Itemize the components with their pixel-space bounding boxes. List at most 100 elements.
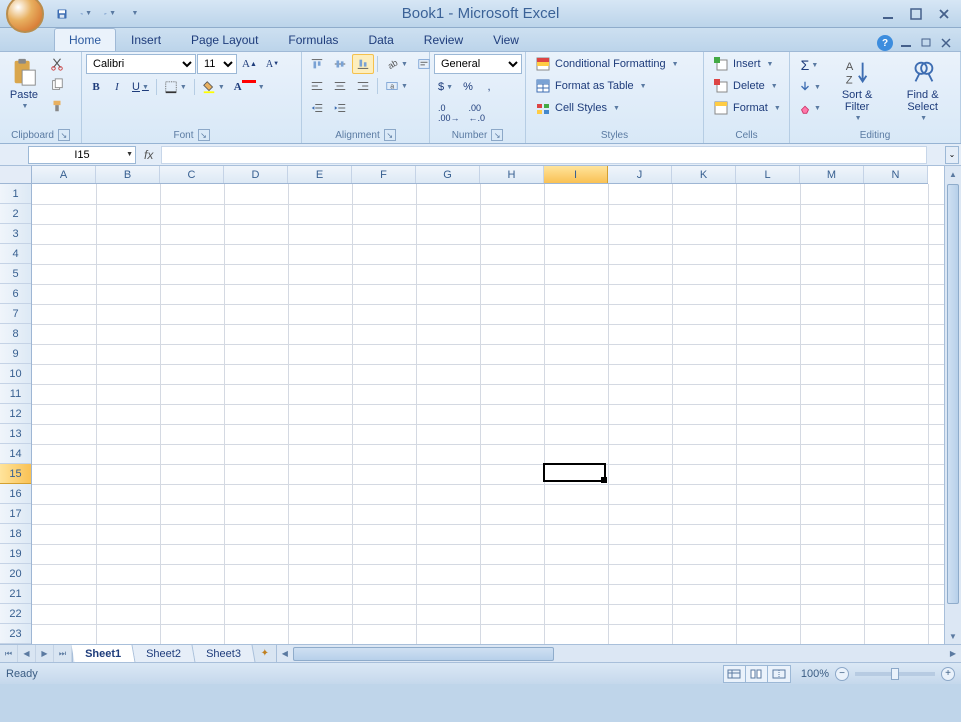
zoom-out-button[interactable]: − — [835, 667, 849, 681]
row-header-22[interactable]: 22 — [0, 604, 31, 624]
formula-input[interactable] — [161, 146, 927, 164]
align-left-button[interactable] — [306, 76, 328, 96]
cut-button[interactable] — [46, 54, 68, 74]
row-header-21[interactable]: 21 — [0, 584, 31, 604]
row-header-6[interactable]: 6 — [0, 284, 31, 304]
zoom-slider[interactable] — [855, 672, 935, 676]
next-sheet-button[interactable]: ▶ — [36, 645, 54, 662]
column-header-A[interactable]: A — [32, 166, 96, 183]
number-launcher[interactable]: ↘ — [491, 129, 503, 141]
page-layout-view-button[interactable] — [746, 666, 768, 682]
select-all-corner[interactable] — [0, 166, 32, 184]
font-size-select[interactable]: 11 — [197, 54, 237, 74]
font-launcher[interactable]: ↘ — [198, 129, 210, 141]
increase-decimal-button[interactable]: .0.00→ — [434, 100, 464, 126]
font-color-button[interactable]: A▼ — [230, 77, 269, 97]
clipboard-launcher[interactable]: ↘ — [58, 129, 70, 141]
tab-view[interactable]: View — [478, 28, 534, 51]
vertical-scrollbar[interactable]: ▲ ▼ — [944, 166, 961, 644]
new-sheet-button[interactable]: ✦ — [254, 645, 276, 662]
row-header-9[interactable]: 9 — [0, 344, 31, 364]
last-sheet-button[interactable]: ⏭ — [54, 645, 72, 662]
copy-button[interactable] — [46, 75, 68, 95]
row-header-8[interactable]: 8 — [0, 324, 31, 344]
row-header-4[interactable]: 4 — [0, 244, 31, 264]
row-header-16[interactable]: 16 — [0, 484, 31, 504]
column-header-B[interactable]: B — [96, 166, 160, 183]
column-header-E[interactable]: E — [288, 166, 352, 183]
fill-handle[interactable] — [601, 477, 607, 483]
fill-color-button[interactable]: ▼ — [198, 77, 229, 97]
zoom-in-button[interactable]: + — [941, 667, 955, 681]
column-header-I[interactable]: I — [544, 166, 608, 183]
format-as-table-button[interactable]: Format as Table▼ — [530, 76, 652, 96]
fx-icon[interactable]: fx — [144, 148, 153, 162]
row-header-20[interactable]: 20 — [0, 564, 31, 584]
tab-review[interactable]: Review — [409, 28, 478, 51]
row-header-15[interactable]: 15 — [0, 464, 31, 484]
redo-button[interactable]: ▼ — [100, 4, 120, 24]
normal-view-button[interactable] — [724, 666, 746, 682]
first-sheet-button[interactable]: ⏮ — [0, 645, 18, 662]
close-button[interactable] — [933, 5, 955, 23]
scroll-up-button[interactable]: ▲ — [945, 166, 961, 182]
column-header-C[interactable]: C — [160, 166, 224, 183]
save-button[interactable] — [52, 4, 72, 24]
underline-button[interactable]: U▼ — [128, 77, 153, 97]
align-middle-button[interactable] — [329, 54, 351, 74]
tab-data[interactable]: Data — [353, 28, 408, 51]
row-header-2[interactable]: 2 — [0, 204, 31, 224]
insert-cells-button[interactable]: Insert▼ — [708, 54, 778, 74]
hscroll-thumb[interactable] — [293, 647, 554, 661]
tab-page-layout[interactable]: Page Layout — [176, 28, 273, 51]
cell-styles-button[interactable]: Cell Styles▼ — [530, 98, 625, 118]
border-button[interactable]: ▼ — [160, 77, 191, 97]
column-header-K[interactable]: K — [672, 166, 736, 183]
row-header-1[interactable]: 1 — [0, 184, 31, 204]
row-header-13[interactable]: 13 — [0, 424, 31, 444]
alignment-launcher[interactable]: ↘ — [384, 129, 396, 141]
fill-button[interactable]: ▼ — [794, 77, 825, 97]
align-right-button[interactable] — [352, 76, 374, 96]
row-header-17[interactable]: 17 — [0, 504, 31, 524]
row-header-19[interactable]: 19 — [0, 544, 31, 564]
autosum-button[interactable]: Σ▼ — [794, 54, 825, 76]
sort-filter-button[interactable]: AZ Sort & Filter▼ — [827, 54, 887, 126]
align-top-button[interactable] — [306, 54, 328, 74]
percent-button[interactable]: % — [458, 77, 478, 97]
help-button[interactable]: ? — [877, 35, 893, 51]
decrease-indent-button[interactable] — [306, 98, 328, 118]
column-header-H[interactable]: H — [480, 166, 544, 183]
row-header-10[interactable]: 10 — [0, 364, 31, 384]
column-header-G[interactable]: G — [416, 166, 480, 183]
scroll-left-button[interactable]: ◀ — [277, 649, 293, 658]
row-header-5[interactable]: 5 — [0, 264, 31, 284]
format-cells-button[interactable]: Format▼ — [708, 98, 786, 118]
undo-button[interactable]: ▼ — [76, 4, 96, 24]
format-painter-button[interactable] — [46, 96, 68, 116]
sheet-tab-2[interactable]: Sheet2 — [133, 645, 196, 662]
clear-button[interactable]: ▼ — [794, 98, 825, 118]
formula-bar-expand[interactable]: ⌄ — [945, 146, 959, 164]
minimize-button[interactable] — [877, 5, 899, 23]
row-header-11[interactable]: 11 — [0, 384, 31, 404]
qat-customize-button[interactable]: ▼ — [124, 4, 144, 24]
page-break-view-button[interactable] — [768, 666, 790, 682]
vscroll-thumb[interactable] — [947, 184, 959, 604]
paste-button[interactable]: Paste ▼ — [4, 54, 44, 114]
active-cell[interactable] — [543, 463, 606, 482]
currency-button[interactable]: $▼ — [434, 77, 457, 97]
maximize-button[interactable] — [905, 5, 927, 23]
comma-button[interactable]: , — [479, 77, 499, 97]
grow-font-button[interactable]: A▲ — [238, 54, 261, 74]
column-header-N[interactable]: N — [864, 166, 928, 183]
row-header-7[interactable]: 7 — [0, 304, 31, 324]
zoom-level[interactable]: 100% — [801, 668, 829, 680]
scroll-down-button[interactable]: ▼ — [945, 628, 961, 644]
column-header-F[interactable]: F — [352, 166, 416, 183]
italic-button[interactable]: I — [107, 77, 127, 97]
row-header-18[interactable]: 18 — [0, 524, 31, 544]
bold-button[interactable]: B — [86, 77, 106, 97]
font-name-select[interactable]: Calibri — [86, 54, 196, 74]
increase-indent-button[interactable] — [329, 98, 351, 118]
